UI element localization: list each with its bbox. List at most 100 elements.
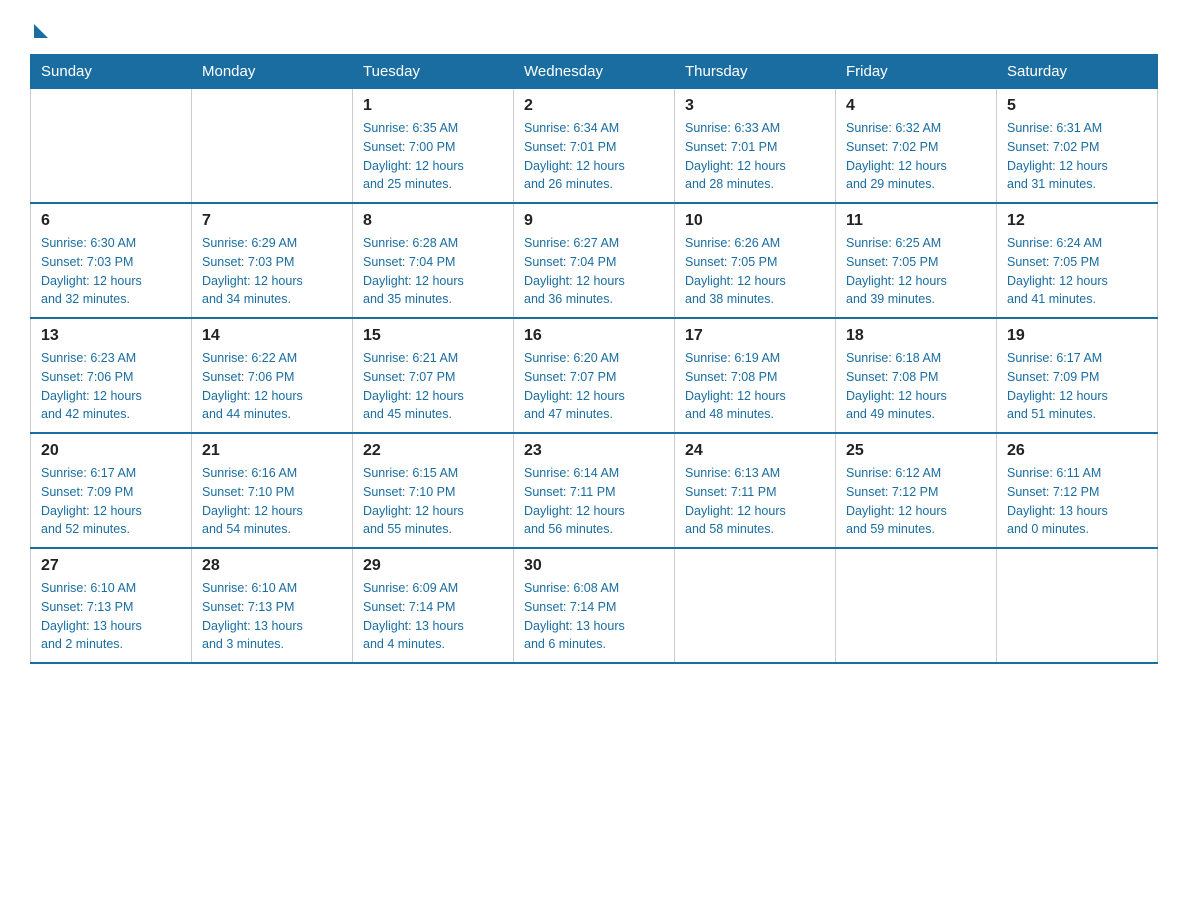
calendar-day-cell: 14 Sunrise: 6:22 AM Sunset: 7:06 PM Dayli…	[192, 318, 353, 433]
day-info: Sunrise: 6:29 AM Sunset: 7:03 PM Dayligh…	[202, 234, 342, 309]
day-number: 3	[685, 97, 825, 115]
day-info: Sunrise: 6:13 AM Sunset: 7:11 PM Dayligh…	[685, 464, 825, 539]
weekday-header-tuesday: Tuesday	[353, 55, 514, 89]
calendar-day-cell: 27 Sunrise: 6:10 AM Sunset: 7:13 PM Dayli…	[31, 548, 192, 663]
day-number: 2	[524, 97, 664, 115]
day-number: 1	[363, 97, 503, 115]
day-info: Sunrise: 6:19 AM Sunset: 7:08 PM Dayligh…	[685, 349, 825, 424]
day-number: 6	[41, 212, 181, 230]
calendar-day-cell: 12 Sunrise: 6:24 AM Sunset: 7:05 PM Dayli…	[997, 203, 1158, 318]
day-number: 22	[363, 442, 503, 460]
calendar-day-cell: 11 Sunrise: 6:25 AM Sunset: 7:05 PM Dayli…	[836, 203, 997, 318]
calendar-day-cell	[675, 548, 836, 663]
calendar-week-row: 27 Sunrise: 6:10 AM Sunset: 7:13 PM Dayli…	[31, 548, 1158, 663]
day-info: Sunrise: 6:11 AM Sunset: 7:12 PM Dayligh…	[1007, 464, 1147, 539]
day-number: 11	[846, 212, 986, 230]
day-info: Sunrise: 6:33 AM Sunset: 7:01 PM Dayligh…	[685, 119, 825, 194]
calendar-day-cell: 8Sunrise: 6:28 AM Sunset: 7:04 PM Daylig…	[353, 203, 514, 318]
weekday-header-friday: Friday	[836, 55, 997, 89]
day-number: 28	[202, 557, 342, 575]
day-number: 7	[202, 212, 342, 230]
calendar-day-cell: 6 Sunrise: 6:30 AM Sunset: 7:03 PM Daylig…	[31, 203, 192, 318]
calendar-day-cell: 21Sunrise: 6:16 AM Sunset: 7:10 PM Dayli…	[192, 433, 353, 548]
day-info: Sunrise: 6:17 AM Sunset: 7:09 PM Dayligh…	[1007, 349, 1147, 424]
calendar-day-cell: 16Sunrise: 6:20 AM Sunset: 7:07 PM Dayli…	[514, 318, 675, 433]
calendar-day-cell: 20Sunrise: 6:17 AM Sunset: 7:09 PM Dayli…	[31, 433, 192, 548]
day-number: 26	[1007, 442, 1147, 460]
calendar-table: SundayMondayTuesdayWednesdayThursdayFrid…	[30, 54, 1158, 664]
logo	[30, 20, 48, 34]
day-info: Sunrise: 6:18 AM Sunset: 7:08 PM Dayligh…	[846, 349, 986, 424]
day-number: 15	[363, 327, 503, 345]
calendar-body: 1 Sunrise: 6:35 AM Sunset: 7:00 PM Daylig…	[31, 89, 1158, 664]
day-info: Sunrise: 6:31 AM Sunset: 7:02 PM Dayligh…	[1007, 119, 1147, 194]
day-info: Sunrise: 6:25 AM Sunset: 7:05 PM Dayligh…	[846, 234, 986, 309]
day-number: 16	[524, 327, 664, 345]
day-number: 20	[41, 442, 181, 460]
day-info: Sunrise: 6:09 AM Sunset: 7:14 PM Dayligh…	[363, 579, 503, 654]
calendar-day-cell: 9 Sunrise: 6:27 AM Sunset: 7:04 PM Daylig…	[514, 203, 675, 318]
calendar-day-cell: 25 Sunrise: 6:12 AM Sunset: 7:12 PM Dayli…	[836, 433, 997, 548]
calendar-day-cell	[836, 548, 997, 663]
day-number: 21	[202, 442, 342, 460]
calendar-day-cell: 2 Sunrise: 6:34 AM Sunset: 7:01 PM Daylig…	[514, 89, 675, 204]
day-info: Sunrise: 6:28 AM Sunset: 7:04 PM Dayligh…	[363, 234, 503, 309]
weekday-header-saturday: Saturday	[997, 55, 1158, 89]
day-info: Sunrise: 6:08 AM Sunset: 7:14 PM Dayligh…	[524, 579, 664, 654]
calendar-day-cell: 17 Sunrise: 6:19 AM Sunset: 7:08 PM Dayli…	[675, 318, 836, 433]
day-number: 27	[41, 557, 181, 575]
day-number: 18	[846, 327, 986, 345]
day-info: Sunrise: 6:35 AM Sunset: 7:00 PM Dayligh…	[363, 119, 503, 194]
day-number: 10	[685, 212, 825, 230]
day-info: Sunrise: 6:34 AM Sunset: 7:01 PM Dayligh…	[524, 119, 664, 194]
calendar-day-cell: 28Sunrise: 6:10 AM Sunset: 7:13 PM Dayli…	[192, 548, 353, 663]
day-number: 5	[1007, 97, 1147, 115]
day-info: Sunrise: 6:23 AM Sunset: 7:06 PM Dayligh…	[41, 349, 181, 424]
weekday-header-thursday: Thursday	[675, 55, 836, 89]
day-info: Sunrise: 6:10 AM Sunset: 7:13 PM Dayligh…	[41, 579, 181, 654]
calendar-day-cell: 13 Sunrise: 6:23 AM Sunset: 7:06 PM Dayli…	[31, 318, 192, 433]
day-number: 12	[1007, 212, 1147, 230]
calendar-day-cell: 26 Sunrise: 6:11 AM Sunset: 7:12 PM Dayli…	[997, 433, 1158, 548]
calendar-day-cell	[997, 548, 1158, 663]
day-number: 23	[524, 442, 664, 460]
calendar-day-cell: 22 Sunrise: 6:15 AM Sunset: 7:10 PM Dayli…	[353, 433, 514, 548]
calendar-header: SundayMondayTuesdayWednesdayThursdayFrid…	[31, 55, 1158, 89]
calendar-day-cell: 24 Sunrise: 6:13 AM Sunset: 7:11 PM Dayli…	[675, 433, 836, 548]
day-info: Sunrise: 6:12 AM Sunset: 7:12 PM Dayligh…	[846, 464, 986, 539]
day-number: 30	[524, 557, 664, 575]
calendar-day-cell: 10 Sunrise: 6:26 AM Sunset: 7:05 PM Dayli…	[675, 203, 836, 318]
day-info: Sunrise: 6:21 AM Sunset: 7:07 PM Dayligh…	[363, 349, 503, 424]
day-info: Sunrise: 6:15 AM Sunset: 7:10 PM Dayligh…	[363, 464, 503, 539]
day-info: Sunrise: 6:30 AM Sunset: 7:03 PM Dayligh…	[41, 234, 181, 309]
calendar-day-cell	[192, 89, 353, 204]
calendar-day-cell: 1 Sunrise: 6:35 AM Sunset: 7:00 PM Daylig…	[353, 89, 514, 204]
calendar-day-cell: 29 Sunrise: 6:09 AM Sunset: 7:14 PM Dayli…	[353, 548, 514, 663]
page-header	[30, 20, 1158, 34]
day-info: Sunrise: 6:22 AM Sunset: 7:06 PM Dayligh…	[202, 349, 342, 424]
day-number: 29	[363, 557, 503, 575]
day-number: 25	[846, 442, 986, 460]
calendar-day-cell: 15 Sunrise: 6:21 AM Sunset: 7:07 PM Dayli…	[353, 318, 514, 433]
calendar-week-row: 13 Sunrise: 6:23 AM Sunset: 7:06 PM Dayli…	[31, 318, 1158, 433]
calendar-day-cell: 3 Sunrise: 6:33 AM Sunset: 7:01 PM Daylig…	[675, 89, 836, 204]
calendar-day-cell: 5 Sunrise: 6:31 AM Sunset: 7:02 PM Daylig…	[997, 89, 1158, 204]
logo-triangle-icon	[34, 24, 48, 38]
day-info: Sunrise: 6:26 AM Sunset: 7:05 PM Dayligh…	[685, 234, 825, 309]
day-number: 14	[202, 327, 342, 345]
calendar-week-row: 20Sunrise: 6:17 AM Sunset: 7:09 PM Dayli…	[31, 433, 1158, 548]
weekday-header-wednesday: Wednesday	[514, 55, 675, 89]
day-number: 9	[524, 212, 664, 230]
day-info: Sunrise: 6:24 AM Sunset: 7:05 PM Dayligh…	[1007, 234, 1147, 309]
weekday-header-row: SundayMondayTuesdayWednesdayThursdayFrid…	[31, 55, 1158, 89]
calendar-week-row: 6 Sunrise: 6:30 AM Sunset: 7:03 PM Daylig…	[31, 203, 1158, 318]
day-number: 13	[41, 327, 181, 345]
day-info: Sunrise: 6:27 AM Sunset: 7:04 PM Dayligh…	[524, 234, 664, 309]
day-info: Sunrise: 6:32 AM Sunset: 7:02 PM Dayligh…	[846, 119, 986, 194]
day-number: 17	[685, 327, 825, 345]
calendar-day-cell: 23Sunrise: 6:14 AM Sunset: 7:11 PM Dayli…	[514, 433, 675, 548]
day-number: 24	[685, 442, 825, 460]
calendar-day-cell	[31, 89, 192, 204]
calendar-day-cell: 18 Sunrise: 6:18 AM Sunset: 7:08 PM Dayli…	[836, 318, 997, 433]
calendar-day-cell: 7 Sunrise: 6:29 AM Sunset: 7:03 PM Daylig…	[192, 203, 353, 318]
